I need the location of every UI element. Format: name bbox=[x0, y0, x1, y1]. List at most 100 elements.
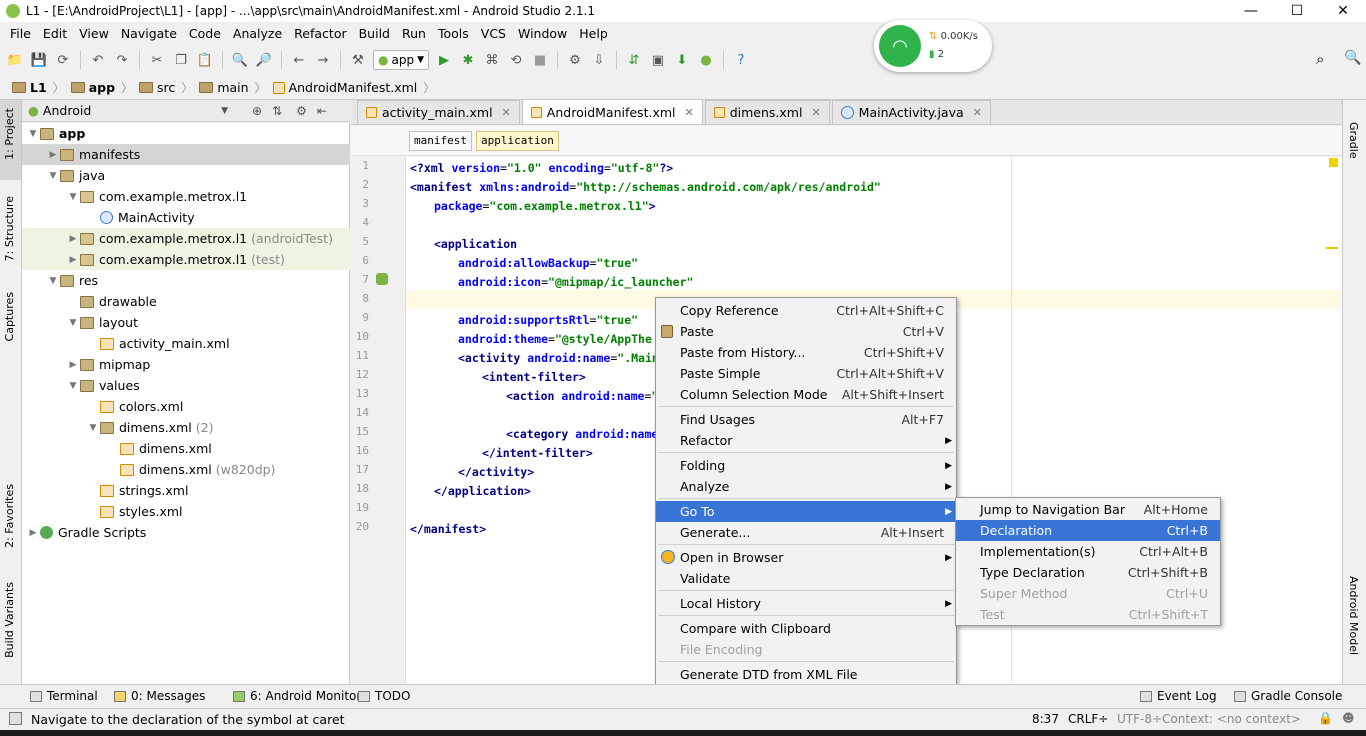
close-icon[interactable]: ✕ bbox=[502, 106, 511, 119]
tree-item[interactable]: ▶ Gradle Scripts bbox=[22, 522, 350, 543]
breadcrumb-androidmanifest-xml[interactable]: AndroidManifest.xml bbox=[267, 80, 424, 95]
context-menu-item-paste-from-history[interactable]: Paste from History... Ctrl+Shift+V bbox=[656, 342, 956, 363]
tool-tab-captures[interactable]: Captures bbox=[3, 292, 16, 341]
locate-icon[interactable]: ⊕ bbox=[252, 104, 262, 118]
menu-analyze[interactable]: Analyze bbox=[227, 26, 288, 41]
expanded-arrow-icon[interactable]: ▼ bbox=[66, 192, 80, 202]
run-icon[interactable]: ▶ bbox=[435, 51, 453, 69]
sdk-manager-icon[interactable]: ⇩ bbox=[590, 51, 608, 69]
sync-gradle-icon[interactable]: ⇵ bbox=[625, 51, 643, 69]
tool-tab-gradle-console[interactable]: Gradle Console bbox=[1234, 689, 1342, 703]
stop-icon[interactable]: ■ bbox=[531, 51, 549, 69]
debug-icon[interactable]: ✱ bbox=[459, 51, 477, 69]
tool-tab-todo[interactable]: TODO bbox=[358, 689, 410, 703]
breadcrumb-main[interactable]: main bbox=[193, 80, 254, 95]
context-menu-item-generate-dtd-from-xml-file[interactable]: Generate DTD from XML File bbox=[656, 664, 956, 685]
breadcrumb-app[interactable]: app bbox=[65, 80, 121, 95]
inspector-icon[interactable]: ☻ bbox=[1342, 711, 1355, 725]
expanded-arrow-icon[interactable]: ▼ bbox=[46, 276, 60, 286]
maximize-button[interactable]: ☐ bbox=[1274, 0, 1320, 22]
menu-run[interactable]: Run bbox=[396, 26, 432, 41]
tree-item[interactable]: ▼ layout bbox=[22, 312, 350, 333]
tool-tab-messages[interactable]: 0: Messages bbox=[114, 689, 205, 703]
tool-tab-android-monitor[interactable]: 6: Android Monitor bbox=[233, 689, 361, 703]
collapse-all-icon[interactable]: ⇅ bbox=[272, 104, 282, 118]
avd-manager-icon[interactable]: ▣ bbox=[649, 51, 667, 69]
lock-icon[interactable]: 🔒 bbox=[1318, 711, 1333, 725]
collapsed-arrow-icon[interactable]: ▶ bbox=[66, 255, 80, 265]
tree-item[interactable]: ▼ values bbox=[22, 375, 350, 396]
expanded-arrow-icon[interactable]: ▼ bbox=[66, 318, 80, 328]
tool-tab-build-variants[interactable]: Build Variants bbox=[3, 582, 16, 658]
context-menu-item-go-to[interactable]: Go To ▶ bbox=[656, 501, 956, 522]
menu-window[interactable]: Window bbox=[512, 26, 573, 41]
context-menu-item-find-usages[interactable]: Find Usages Alt+F7 bbox=[656, 409, 956, 430]
run-config-select[interactable]: ● app ▼ bbox=[373, 50, 429, 70]
tab-activity-main-xml[interactable]: activity_main.xml ✕ bbox=[357, 100, 520, 124]
search-everywhere-icon[interactable]: ⌕ bbox=[1316, 50, 1324, 68]
breadcrumb-l1[interactable]: L1 bbox=[6, 80, 53, 95]
tree-item[interactable]: ▶ mipmap bbox=[22, 354, 350, 375]
attach-debugger-icon[interactable]: ⌘ bbox=[483, 51, 501, 69]
open-folder-icon[interactable]: 📁 bbox=[6, 51, 24, 69]
menu-file[interactable]: File bbox=[4, 26, 37, 41]
context-menu-item-generate[interactable]: Generate... Alt+Insert bbox=[656, 522, 956, 543]
close-button[interactable]: ✕ bbox=[1320, 0, 1366, 22]
tool-tab-structure[interactable]: 7: Structure bbox=[3, 196, 16, 261]
tree-item[interactable]: ▼ app bbox=[22, 123, 350, 144]
tree-item[interactable]: ▼ res bbox=[22, 270, 350, 291]
menu-help[interactable]: Help bbox=[573, 26, 614, 41]
collapsed-arrow-icon[interactable]: ▶ bbox=[26, 528, 40, 538]
close-icon[interactable]: ✕ bbox=[811, 106, 820, 119]
paste-icon[interactable]: 📋 bbox=[196, 51, 214, 69]
copy-icon[interactable]: ❐ bbox=[172, 51, 190, 69]
context-menu-item-paste-simple[interactable]: Paste Simple Ctrl+Alt+Shift+V bbox=[656, 363, 956, 384]
file-encoding[interactable]: UTF-8÷ bbox=[1117, 712, 1162, 726]
context-menu-item-column-selection-mode[interactable]: Column Selection Mode Alt+Shift+Insert bbox=[656, 384, 956, 405]
back-icon[interactable]: ← bbox=[290, 51, 308, 69]
menu-tools[interactable]: Tools bbox=[432, 26, 475, 41]
replace-icon[interactable]: 🔎 bbox=[255, 51, 273, 69]
tree-item[interactable]: activity_main.xml bbox=[22, 333, 350, 354]
close-icon[interactable]: ✕ bbox=[685, 106, 694, 119]
tree-item[interactable]: ▼ dimens.xml (2) bbox=[22, 417, 350, 438]
android-device-monitor-icon[interactable]: ● bbox=[697, 51, 715, 69]
context-menu-item-folding[interactable]: Folding ▶ bbox=[656, 455, 956, 476]
make-project-icon[interactable]: ⚒ bbox=[349, 51, 367, 69]
expanded-arrow-icon[interactable]: ▼ bbox=[86, 423, 100, 433]
collapsed-arrow-icon[interactable]: ▶ bbox=[66, 360, 80, 370]
xml-crumb-application[interactable]: application bbox=[475, 130, 559, 151]
tool-tab-terminal[interactable]: Terminal bbox=[30, 689, 98, 703]
tab-dimens-xml[interactable]: dimens.xml ✕ bbox=[704, 100, 830, 124]
close-icon[interactable]: ✕ bbox=[973, 106, 982, 119]
expanded-arrow-icon[interactable]: ▼ bbox=[26, 129, 40, 139]
context-menu-item-validate[interactable]: Validate bbox=[656, 568, 956, 589]
cut-icon[interactable]: ✂ bbox=[148, 51, 166, 69]
menu-navigate[interactable]: Navigate bbox=[115, 26, 183, 41]
toolbar-search-icon[interactable]: 🔍 bbox=[1344, 50, 1361, 66]
minimize-button[interactable]: — bbox=[1228, 0, 1274, 22]
goto-item-jump-to-navigation-bar[interactable]: Jump to Navigation Bar Alt+Home bbox=[956, 499, 1220, 520]
undo-icon[interactable]: ↶ bbox=[89, 51, 107, 69]
tree-item[interactable]: ▼ java bbox=[22, 165, 350, 186]
apply-changes-icon[interactable]: ⟲ bbox=[507, 51, 525, 69]
tree-item[interactable]: styles.xml bbox=[22, 501, 350, 522]
save-icon[interactable]: 💾 bbox=[30, 51, 48, 69]
tree-item[interactable]: ▶ com.example.metrox.l1 (androidTest) bbox=[22, 228, 350, 249]
goto-item-implementation-s[interactable]: Implementation(s) Ctrl+Alt+B bbox=[956, 541, 1220, 562]
collapsed-arrow-icon[interactable]: ▶ bbox=[66, 234, 80, 244]
tree-item[interactable]: strings.xml bbox=[22, 480, 350, 501]
xml-crumb-manifest[interactable]: manifest bbox=[409, 130, 472, 151]
tool-tab-favorites[interactable]: 2: Favorites bbox=[3, 484, 16, 548]
goto-item-declaration[interactable]: Declaration Ctrl+B bbox=[956, 520, 1220, 541]
menu-edit[interactable]: Edit bbox=[37, 26, 73, 41]
tree-item[interactable]: colors.xml bbox=[22, 396, 350, 417]
gear-icon[interactable]: ⚙ bbox=[296, 104, 307, 118]
context-menu-item-open-in-browser[interactable]: Open in Browser ▶ bbox=[656, 547, 956, 568]
expanded-arrow-icon[interactable]: ▼ bbox=[66, 381, 80, 391]
project-structure-icon[interactable]: ⚙ bbox=[566, 51, 584, 69]
context-menu-item-analyze[interactable]: Analyze ▶ bbox=[656, 476, 956, 497]
menu-vcs[interactable]: VCS bbox=[475, 26, 512, 41]
context-menu-item-local-history[interactable]: Local History ▶ bbox=[656, 593, 956, 614]
tree-item[interactable]: ▶ com.example.metrox.l1 (test) bbox=[22, 249, 350, 270]
